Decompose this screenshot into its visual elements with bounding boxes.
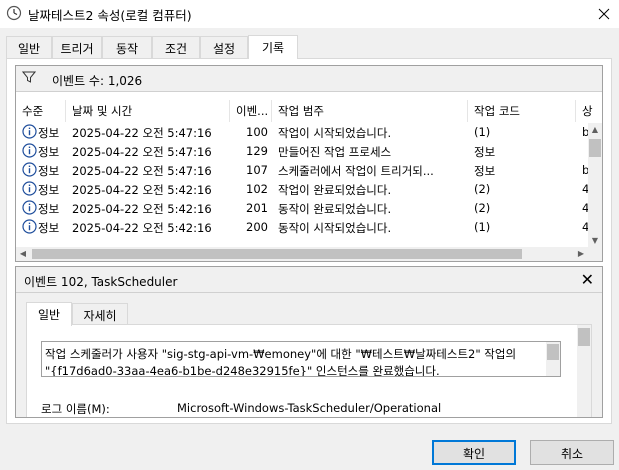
tab-settings[interactable]: 설정 <box>200 36 248 58</box>
event-list-box: 이벤트 수: 1,026 수준 날짜 및 시간 이벤... 작업 범주 작업 코… <box>15 65 603 262</box>
event-grid-rows: 정보 2025-04-22 오전 5:47:16 100 작업이 시작되었습니다… <box>16 123 590 248</box>
info-icon <box>22 219 37 234</box>
cell-datetime: 2025-04-22 오전 5:47:16 <box>72 164 212 178</box>
log-name-value: Microsoft-Windows-TaskScheduler/Operatio… <box>177 401 442 415</box>
column-header-level[interactable]: 수준 <box>16 100 66 122</box>
info-icon <box>22 200 37 215</box>
cell-category: 작업이 시작되었습니다. <box>278 126 392 140</box>
scroll-right-arrow-icon[interactable]: ▶ <box>574 247 588 261</box>
tab-detail-details[interactable]: 자세히 <box>72 303 128 325</box>
description-line: 작업 스케줄러가 사용자 "sig-stg-api-vm-₩emoney"에 대… <box>45 347 517 361</box>
info-icon <box>22 181 37 196</box>
window-close-button[interactable] <box>589 0 619 28</box>
scroll-up-arrow-icon[interactable]: ▲ <box>588 123 602 137</box>
scroll-thumb[interactable] <box>547 344 559 360</box>
event-description[interactable]: 작업 스케줄러가 사용자 "sig-stg-api-vm-₩emoney"에 대… <box>41 341 561 377</box>
event-detail-title: 이벤트 102, TaskScheduler <box>24 275 178 289</box>
event-count: 이벤트 수: 1,026 <box>52 74 143 88</box>
cell-level: 정보 <box>38 145 60 159</box>
detail-panel-scrollbar[interactable] <box>577 325 591 417</box>
cell-event-id: 107 <box>246 163 268 177</box>
info-icon <box>22 124 37 139</box>
cell-category: 작업이 완료되었습니다. <box>278 183 392 197</box>
tab-history[interactable]: 기록 <box>248 35 298 59</box>
funnel-icon[interactable] <box>22 70 36 84</box>
cell-opcode: (1) <box>474 125 491 139</box>
filter-bar: 이벤트 수: 1,026 <box>16 66 602 92</box>
close-icon <box>598 8 610 20</box>
tab-detail-general[interactable]: 일반 <box>26 302 72 326</box>
tab-general[interactable]: 일반 <box>6 36 52 58</box>
event-list-horizontal-scrollbar[interactable]: ◀ ▶ <box>16 247 602 261</box>
scroll-left-arrow-icon[interactable]: ◀ <box>16 247 30 261</box>
table-row[interactable]: 정보 2025-04-22 오전 5:42:16 102 작업이 완료되었습니다… <box>16 180 590 199</box>
cell-category: 만들어진 작업 프로세스 <box>278 145 392 159</box>
ok-button[interactable]: 확인 <box>432 440 516 465</box>
column-header-datetime[interactable]: 날짜 및 시간 <box>66 100 230 122</box>
cell-category: 스케줄러에서 작업이 트리거되... <box>278 164 434 178</box>
tab-actions[interactable]: 동작 <box>102 36 152 58</box>
cell-event-id: 129 <box>246 144 268 158</box>
column-header-category[interactable]: 작업 범주 <box>272 100 468 122</box>
cell-level: 정보 <box>38 202 60 216</box>
cell-opcode: (1) <box>474 220 491 234</box>
tab-triggers[interactable]: 트리거 <box>52 36 102 58</box>
description-line: "{f17d6ad0-33aa-4ea6-b1be-d248e32915fe}"… <box>45 364 440 377</box>
cell-opcode: (2) <box>474 182 491 196</box>
cell-datetime: 2025-04-22 오전 5:42:16 <box>72 221 212 235</box>
event-detail-box: 이벤트 102, TaskScheduler ✕ 일반 자세히 작업 스케줄러가… <box>15 266 603 418</box>
column-header-event-id[interactable]: 이벤... <box>230 100 272 122</box>
title-bar: 날짜테스트2 속성(로컬 컴퓨터) <box>0 0 619 28</box>
cell-event-id: 100 <box>246 125 268 139</box>
column-header-extra[interactable]: 상 <box>576 100 602 122</box>
scroll-thumb[interactable] <box>578 328 590 346</box>
cell-category: 동작이 시작되었습니다. <box>278 221 392 235</box>
close-icon[interactable]: ✕ <box>581 270 594 289</box>
cell-level: 정보 <box>38 221 60 235</box>
cell-opcode: (2) <box>474 201 491 215</box>
cell-level: 정보 <box>38 183 60 197</box>
event-detail-header: 이벤트 102, TaskScheduler ✕ <box>16 267 602 293</box>
cell-datetime: 2025-04-22 오전 5:42:16 <box>72 183 212 197</box>
cell-event-id: 201 <box>246 201 268 215</box>
cell-opcode: 정보 <box>474 145 496 159</box>
cell-opcode: 정보 <box>474 164 496 178</box>
scroll-thumb[interactable] <box>589 139 601 157</box>
description-scrollbar[interactable] <box>546 342 560 376</box>
table-row[interactable]: 정보 2025-04-22 오전 5:47:16 129 만들어진 작업 프로세… <box>16 142 590 161</box>
cancel-button[interactable]: 취소 <box>530 440 614 465</box>
detail-general-panel: 작업 스케줄러가 사용자 "sig-stg-api-vm-₩emoney"에 대… <box>26 324 592 417</box>
column-header-opcode[interactable]: 작업 코드 <box>468 100 576 122</box>
cell-datetime: 2025-04-22 오전 5:47:16 <box>72 145 212 159</box>
tab-conditions[interactable]: 조건 <box>152 36 200 58</box>
table-row[interactable]: 정보 2025-04-22 오전 5:42:16 201 동작이 완료되었습니다… <box>16 199 590 218</box>
info-icon <box>22 162 37 177</box>
cell-level: 정보 <box>38 126 60 140</box>
cell-category: 동작이 완료되었습니다. <box>278 202 392 216</box>
cell-level: 정보 <box>38 164 60 178</box>
scroll-down-arrow-icon[interactable]: ▼ <box>588 234 602 248</box>
table-row[interactable]: 정보 2025-04-22 오전 5:47:16 100 작업이 시작되었습니다… <box>16 123 590 142</box>
info-icon <box>22 143 37 158</box>
cell-event-id: 200 <box>246 220 268 234</box>
log-name-label: 로그 이름(M): <box>41 402 110 416</box>
table-row[interactable]: 정보 2025-04-22 오전 5:42:16 200 동작이 시작되었습니다… <box>16 218 590 237</box>
clock-icon <box>6 5 22 21</box>
cell-datetime: 2025-04-22 오전 5:42:16 <box>72 202 212 216</box>
history-panel: 이벤트 수: 1,026 수준 날짜 및 시간 이벤... 작업 범주 작업 코… <box>6 58 612 424</box>
cell-event-id: 102 <box>246 182 268 196</box>
event-grid-header: 수준 날짜 및 시간 이벤... 작업 범주 작업 코드 상 <box>16 100 602 122</box>
scroll-thumb[interactable] <box>32 249 522 259</box>
window-title: 날짜테스트2 속성(로컬 컴퓨터) <box>28 8 192 23</box>
table-row[interactable]: 정보 2025-04-22 오전 5:47:16 107 스케줄러에서 작업이 … <box>16 161 590 180</box>
cell-datetime: 2025-04-22 오전 5:47:16 <box>72 126 212 140</box>
event-list-vertical-scrollbar[interactable]: ▲ ▼ <box>588 123 602 248</box>
